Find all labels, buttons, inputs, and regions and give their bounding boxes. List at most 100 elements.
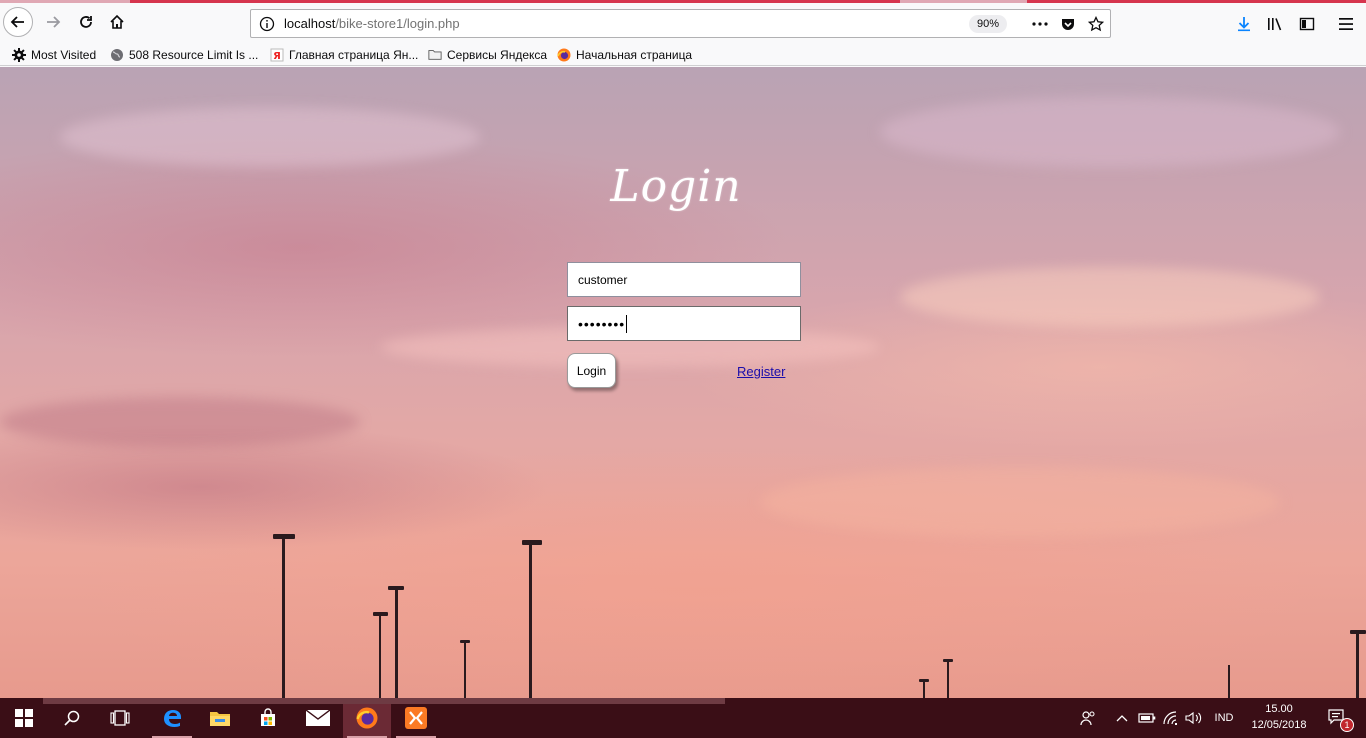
firefox-icon — [356, 707, 378, 729]
light-pole — [1356, 633, 1359, 698]
notification-count-badge: 1 — [1340, 718, 1354, 732]
sidebar-button[interactable] — [1294, 11, 1320, 37]
light-pole-lamp — [1350, 630, 1366, 634]
yandex-icon: Я — [270, 48, 284, 62]
light-pole — [379, 615, 381, 698]
bookmark-most-visited[interactable]: Most Visited — [12, 45, 96, 64]
site-info-icon[interactable] — [259, 16, 275, 35]
taskbar-store[interactable] — [244, 698, 292, 738]
arrow-left-icon — [10, 16, 24, 28]
light-pole — [923, 681, 925, 698]
menu-button[interactable] — [1333, 11, 1359, 37]
show-hidden-icons[interactable] — [1112, 698, 1132, 738]
register-link[interactable]: Register — [737, 364, 785, 379]
forward-button[interactable] — [38, 7, 68, 37]
light-pole — [1228, 665, 1230, 698]
sky-cloud — [760, 467, 1280, 537]
folder-icon — [428, 48, 442, 62]
light-pole-lamp — [460, 640, 470, 643]
password-field[interactable]: •••••••• — [567, 306, 801, 341]
login-button[interactable]: Login — [567, 353, 616, 388]
input-language[interactable]: IND — [1210, 698, 1238, 738]
store-bag-icon — [261, 708, 275, 726]
battery-status[interactable] — [1136, 698, 1158, 738]
home-button[interactable] — [102, 7, 132, 37]
hamburger-icon — [1339, 18, 1353, 30]
bookmark-resource-limit[interactable]: 508 Resource Limit Is ... — [110, 45, 258, 64]
bookmarks-toolbar: Most Visited 508 Resource Limit Is ... Я… — [0, 43, 1366, 66]
folder-icon — [210, 712, 230, 726]
globe-icon — [110, 48, 124, 62]
system-clock[interactable]: 15.00 12/05/2018 — [1244, 701, 1314, 733]
light-pole-lamp — [943, 659, 953, 662]
chevron-up-icon — [1116, 715, 1128, 722]
sky-cloud — [900, 267, 1320, 327]
downloads-button[interactable] — [1231, 11, 1257, 37]
bookmark-start-page[interactable]: Начальная страница — [557, 45, 692, 64]
clock-time: 15.00 — [1265, 703, 1293, 715]
bookmark-label: Главная страница Ян... — [289, 47, 419, 62]
bookmark-yandex-services[interactable]: Сервисы Яндекса — [428, 45, 547, 64]
reload-button[interactable] — [71, 7, 101, 37]
password-value: •••••••• — [578, 315, 626, 332]
people-icon — [1080, 711, 1095, 726]
task-view-button[interactable] — [96, 698, 144, 738]
volume-control[interactable] — [1183, 698, 1205, 738]
task-view-icon — [110, 710, 130, 726]
navigation-toolbar: localhost/bike-store1/login.php 90% — [0, 3, 1366, 43]
sky-cloud — [0, 397, 360, 447]
light-pole-lamp — [373, 612, 388, 616]
page-actions-icon[interactable] — [1029, 13, 1051, 35]
gear-icon — [12, 47, 26, 62]
wifi-status[interactable] — [1160, 698, 1182, 738]
bookmark-label: Сервисы Яндекса — [447, 47, 548, 62]
text-caret — [626, 314, 628, 333]
firefox-icon — [557, 48, 571, 62]
speaker-icon — [1185, 711, 1202, 725]
wifi-icon — [1163, 711, 1177, 725]
taskbar-firefox[interactable] — [343, 698, 391, 738]
battery-icon — [1138, 713, 1156, 723]
download-arrow-icon — [1238, 17, 1250, 32]
url-bar[interactable]: localhost/bike-store1/login.php 90% — [250, 9, 1111, 38]
page-title: Login — [610, 161, 742, 212]
xampp-icon — [405, 707, 427, 729]
zoom-level-badge[interactable]: 90% — [969, 15, 1008, 33]
bookmark-label: Начальная страница — [576, 47, 693, 62]
taskbar-edge[interactable] — [148, 698, 196, 738]
taskbar-mail[interactable] — [294, 698, 342, 738]
mail-icon — [306, 710, 330, 726]
action-center-button[interactable]: 1 — [1318, 698, 1358, 738]
clock-date: 12/05/2018 — [1251, 719, 1307, 731]
library-button[interactable] — [1263, 11, 1289, 37]
page-viewport: Login customer •••••••• Login Register — [0, 67, 1366, 698]
bookmark-yandex-home[interactable]: Я Главная страница Ян... — [270, 45, 418, 64]
bookmark-label: 508 Resource Limit Is ... — [129, 47, 259, 62]
taskbar-file-explorer[interactable] — [196, 698, 244, 738]
windows-logo-icon — [15, 709, 33, 727]
light-pole — [529, 543, 532, 698]
back-button[interactable] — [3, 7, 33, 37]
bookmark-label: Most Visited — [31, 47, 97, 62]
light-pole — [947, 661, 949, 698]
username-field[interactable]: customer — [567, 262, 801, 297]
search-button[interactable] — [48, 698, 96, 738]
light-pole-lamp — [919, 679, 929, 682]
light-pole — [464, 642, 466, 698]
light-pole-lamp — [273, 534, 295, 539]
url-text[interactable]: localhost/bike-store1/login.php — [284, 16, 460, 31]
light-pole — [395, 589, 398, 698]
arrow-right-icon — [47, 16, 61, 28]
home-icon — [110, 14, 124, 29]
taskbar-xampp[interactable] — [392, 698, 440, 738]
bookmark-star-icon[interactable] — [1085, 13, 1107, 35]
people-button[interactable] — [1076, 698, 1100, 738]
search-icon — [64, 710, 80, 726]
light-pole-lamp — [522, 540, 542, 545]
url-path: /bike-store1/login.php — [335, 16, 460, 31]
horizontal-scrollbar[interactable] — [43, 698, 725, 704]
pocket-icon[interactable] — [1057, 13, 1079, 35]
start-button[interactable] — [0, 698, 48, 738]
sky-cloud — [880, 97, 1340, 167]
reload-icon — [80, 16, 92, 28]
